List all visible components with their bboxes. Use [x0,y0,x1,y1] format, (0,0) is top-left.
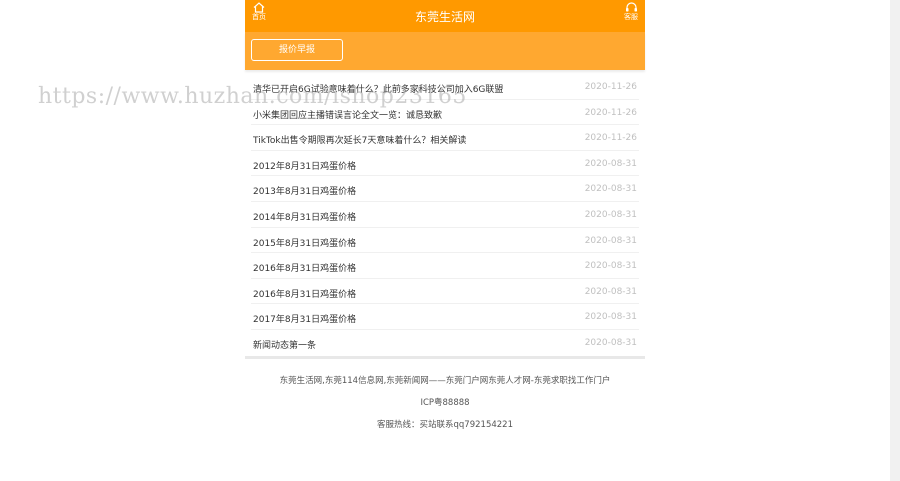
news-item[interactable]: TikTok出售令期限再次延长7天意味着什么？相关解读 2020-11-26 [251,125,639,151]
news-item[interactable]: 2012年8月31日鸡蛋价格 2020-08-31 [251,151,639,177]
news-date: 2020-11-26 [584,82,637,92]
news-item[interactable]: 2015年8月31日鸡蛋价格 2020-08-31 [251,228,639,254]
news-date: 2020-08-31 [584,184,637,195]
news-item[interactable]: 清华已开启6G试验意味着什么？此前多家科技公司加入6G联盟 2020-11-26 [251,74,639,100]
footer-hotline: 客服热线：买站联系qq792154221 [377,420,513,430]
footer: 东莞生活网,东莞114信息网,东莞新闻网——东莞门户网东莞人才网-东莞求职找工作… [245,374,645,440]
news-item[interactable]: 新闻动态第一条 2020-08-31 [251,330,639,356]
news-date: 2020-08-31 [584,337,637,348]
news-date: 2020-11-26 [584,107,637,118]
news-title[interactable]: 新闻动态第一条 [253,338,316,351]
sub-bar: 报价早报 [245,32,645,70]
news-item[interactable]: 2016年8月31日鸡蛋价格 2020-08-31 [251,253,639,279]
news-date: 2020-08-31 [584,158,637,169]
news-item[interactable]: 2013年8月31日鸡蛋价格 2020-08-31 [251,176,639,202]
news-date: 2020-08-31 [584,261,637,272]
mobile-page: 首页 东莞生活网 客服 报价早报 清华已开启6G试验意味着什么？此前多家科技公司… [245,0,645,359]
top-bar: 首页 东莞生活网 客服 [245,0,645,32]
headset-icon [625,2,637,12]
news-date: 2020-08-31 [584,312,637,323]
footer-links[interactable]: 东莞生活网,东莞114信息网,东莞新闻网——东莞门户网东莞人才网-东莞求职找工作… [280,376,611,386]
scrollbar[interactable] [890,0,900,481]
quote-report-button[interactable]: 报价早报 [251,39,343,61]
news-title[interactable]: 2016年8月31日鸡蛋价格 [253,261,356,274]
news-date: 2020-08-31 [584,209,637,220]
service-label: 客服 [624,13,638,21]
news-item[interactable]: 小米集团回应主播错误言论全文一览：诚恳致歉 2020-11-26 [251,100,639,126]
news-title[interactable]: TikTok出售令期限再次延长7天意味着什么？相关解读 [253,133,466,146]
news-title[interactable]: 清华已开启6G试验意味着什么？此前多家科技公司加入6G联盟 [253,82,503,95]
service-button[interactable]: 客服 [619,2,643,22]
news-title[interactable]: 2012年8月31日鸡蛋价格 [253,159,356,172]
news-title[interactable]: 2014年8月31日鸡蛋价格 [253,210,356,223]
site-title: 东莞生活网 [414,10,475,24]
news-date: 2020-11-26 [584,133,637,144]
news-date: 2020-08-31 [584,235,637,246]
news-list: 清华已开启6G试验意味着什么？此前多家科技公司加入6G联盟 2020-11-26 小… [245,74,645,359]
news-item[interactable]: 2014年8月31日鸡蛋价格 2020-08-31 [251,202,639,228]
news-item[interactable]: 2016年8月31日鸡蛋价格 2020-08-31 [251,279,639,305]
footer-icp: ICP粤88888 [420,398,470,408]
news-title[interactable]: 2013年8月31日鸡蛋价格 [253,184,356,197]
news-title[interactable]: 2017年8月31日鸡蛋价格 [253,312,356,325]
news-date: 2020-08-31 [584,286,637,297]
news-title[interactable]: 2016年8月31日鸡蛋价格 [253,287,356,300]
news-item[interactable]: 2017年8月31日鸡蛋价格 2020-08-31 [251,304,639,330]
news-title[interactable]: 小米集团回应主播错误言论全文一览：诚恳致歉 [253,108,442,121]
news-title[interactable]: 2015年8月31日鸡蛋价格 [253,236,356,249]
